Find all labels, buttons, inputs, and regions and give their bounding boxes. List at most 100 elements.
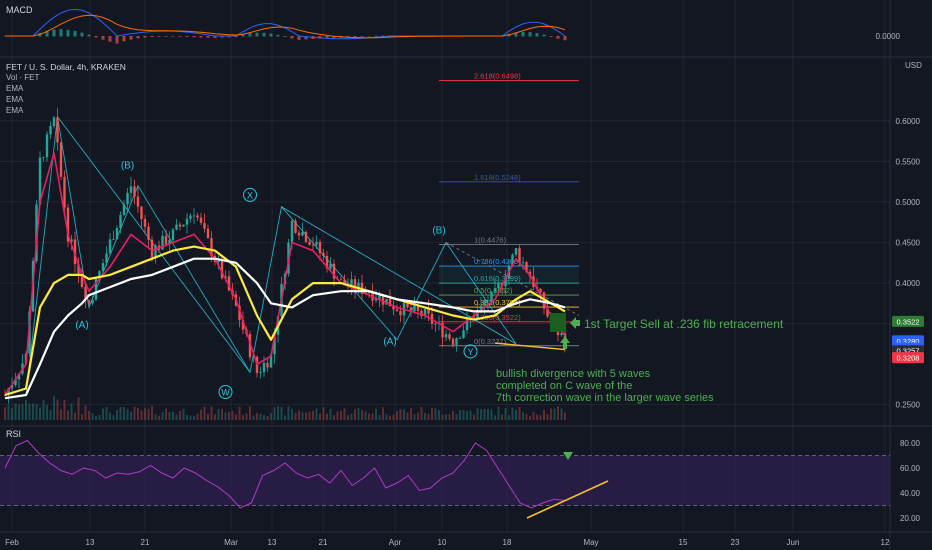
- candle-body: [140, 206, 143, 220]
- trading-chart: MACD 0.0000 FET / U. S. Dollar, 4h, KRAK…: [0, 0, 932, 550]
- candle-body: [182, 224, 185, 227]
- volume-bar: [357, 408, 360, 420]
- volume-bar: [123, 407, 125, 420]
- candle-body: [497, 283, 500, 289]
- volume-bar: [144, 408, 146, 420]
- x-tick-label: Mar: [224, 538, 238, 547]
- macd-histogram-bar: [248, 33, 252, 37]
- candle-body: [101, 263, 105, 272]
- candle-body: [49, 126, 52, 135]
- macd-histogram-bar: [129, 36, 133, 40]
- volume-bar: [182, 408, 185, 420]
- candle-body: [56, 117, 59, 143]
- macd-histogram-bar: [353, 36, 357, 38]
- volume-bar: [242, 415, 244, 420]
- x-tick-label: 13: [268, 538, 277, 547]
- volume-bar: [385, 414, 388, 420]
- volume-bar: [231, 410, 234, 420]
- volume-bar: [207, 413, 209, 420]
- candle-body: [521, 261, 525, 263]
- candle-body: [115, 228, 119, 240]
- volume-bar: [102, 408, 104, 420]
- x-tick-label: 21: [319, 538, 328, 547]
- volume-bar: [119, 406, 122, 420]
- volume-bar: [564, 412, 566, 420]
- volume-bar: [406, 412, 409, 420]
- volume-bar: [249, 406, 251, 420]
- volume-bar: [497, 406, 500, 420]
- macd-histogram-bar: [73, 30, 77, 37]
- candle-body: [451, 338, 455, 345]
- volume-bar: [431, 407, 433, 420]
- volume-bar: [508, 415, 510, 420]
- macd-histogram-bar: [255, 32, 259, 37]
- volume-bar: [280, 406, 283, 420]
- volume-bar: [536, 414, 538, 420]
- volume-bar: [487, 408, 489, 420]
- volume-bar: [364, 411, 367, 420]
- volume-bar: [263, 415, 265, 420]
- volume-bar: [270, 412, 272, 420]
- y-tick-label: 0.5500: [896, 157, 921, 166]
- volume-bar: [518, 406, 521, 420]
- candle-body: [381, 295, 385, 305]
- volume-bar: [14, 403, 17, 420]
- volume-bar: [217, 408, 220, 420]
- candle-body: [164, 235, 168, 245]
- candle-body: [136, 196, 140, 207]
- macd-label: MACD: [6, 5, 33, 15]
- x-tick-label: 21: [141, 538, 150, 547]
- candle-body: [59, 142, 63, 177]
- volume-bar: [151, 406, 153, 420]
- volume-bar: [273, 407, 276, 420]
- volume-bar: [158, 415, 160, 420]
- volume-bar: [11, 408, 13, 420]
- volume-bar: [368, 413, 370, 420]
- x-tick-label: 13: [86, 538, 95, 547]
- volume-bar: [179, 410, 181, 420]
- candle-body: [147, 226, 150, 240]
- volume-bar: [427, 413, 430, 420]
- volume-bar: [417, 412, 419, 420]
- macd-histogram-bar: [542, 34, 546, 37]
- price-badges: 0.3522FETUSD0.328040:390.32570.3208: [892, 315, 924, 364]
- rsi-tick-label: 80.00: [900, 439, 921, 448]
- y-tick-label: 0.4500: [896, 239, 921, 248]
- wave-label: Y: [467, 347, 473, 357]
- candle-body: [185, 218, 189, 225]
- indicator-ema-3: EMA: [6, 106, 24, 115]
- volume-bar: [462, 409, 465, 420]
- macd-histogram-bar: [374, 35, 378, 37]
- volume-bar: [130, 411, 132, 420]
- currency-label: USD: [905, 61, 922, 70]
- macd-histogram-bar: [80, 32, 84, 37]
- candle-body: [129, 186, 133, 193]
- volume-bar: [46, 404, 48, 420]
- candle-body: [290, 220, 294, 243]
- volume-bar: [490, 409, 493, 420]
- volume-bar: [91, 413, 94, 420]
- rsi-tick-label: 40.00: [900, 489, 921, 498]
- volume-bar: [343, 408, 346, 420]
- macd-histogram-bar: [290, 36, 294, 39]
- macd-histogram-bar: [171, 36, 175, 37]
- x-tick-label: 23: [731, 538, 740, 547]
- x-tick-label: May: [583, 538, 598, 547]
- volume-bar: [459, 410, 461, 420]
- volume-bar: [448, 414, 451, 420]
- volume-bar: [494, 415, 496, 420]
- x-tick-label: Feb: [5, 538, 19, 547]
- volume-bar: [403, 409, 405, 420]
- candle-body: [308, 241, 311, 245]
- macd-histogram-bar: [549, 36, 553, 37]
- volume-bar: [504, 407, 507, 420]
- volume-bar: [266, 415, 269, 420]
- volume-bar: [466, 410, 468, 420]
- rsi-tick-label: 20.00: [900, 514, 921, 523]
- volume-bar: [109, 412, 111, 420]
- candle-body: [42, 157, 45, 159]
- candle-body: [266, 362, 269, 368]
- volume-bar: [228, 412, 230, 420]
- macd-histogram-bar: [101, 36, 105, 40]
- volume-bar: [424, 412, 426, 420]
